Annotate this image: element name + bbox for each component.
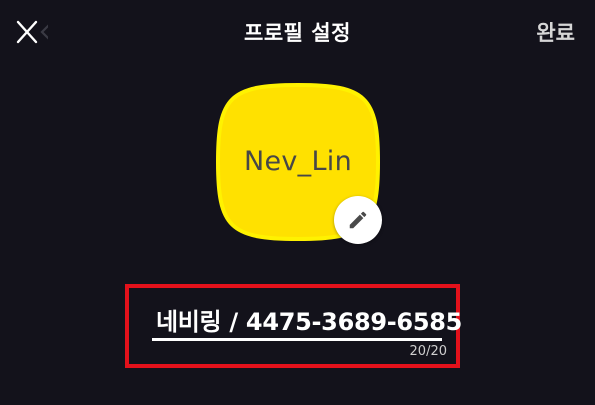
page-title: 프로필 설정 — [244, 21, 351, 45]
header-bar: 프로필 설정 완료 — [0, 0, 595, 62]
nickname-input[interactable]: 네비링 / 4475-3689-6585 — [156, 302, 462, 337]
character-counter: 20/20 — [409, 344, 447, 359]
pencil-icon — [349, 211, 367, 229]
input-underline — [152, 338, 442, 341]
edit-avatar-button[interactable] — [334, 196, 382, 244]
profile-settings-screen: 프로필 설정 완료 Nev_Lin 네비링 / 4475-3689-6585 2… — [0, 0, 595, 405]
profile-avatar[interactable]: Nev_Lin — [216, 82, 382, 244]
done-button[interactable]: 완료 — [536, 17, 575, 47]
nickname-highlight-box: 네비링 / 4475-3689-6585 20/20 — [125, 284, 462, 368]
avatar-text: Nev_Lin — [243, 146, 353, 177]
